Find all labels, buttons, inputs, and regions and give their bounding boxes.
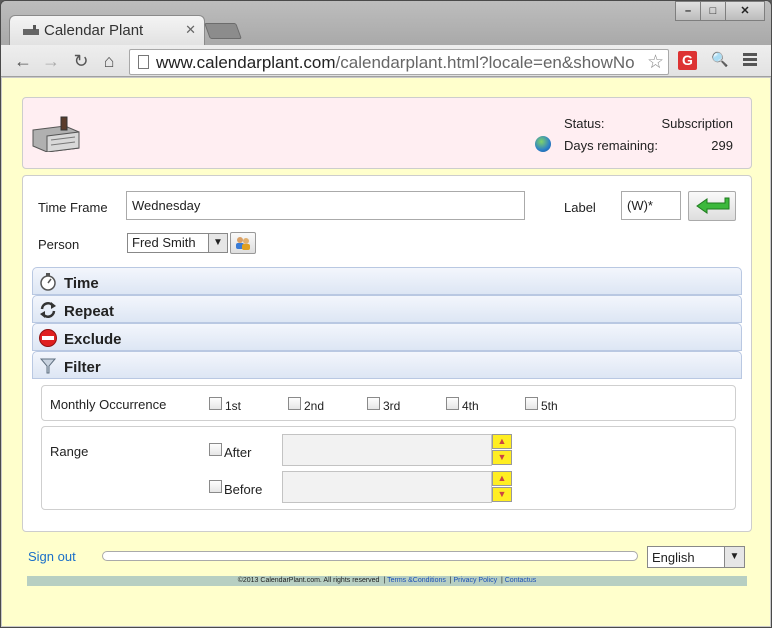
range-label: Range <box>50 444 89 459</box>
section-exclude[interactable]: Exclude <box>32 323 742 351</box>
reload-icon[interactable]: ↻ <box>71 51 91 71</box>
section-filter-label: Filter <box>64 359 101 376</box>
occurrence-2nd-checkbox[interactable] <box>288 397 301 410</box>
spin-up-icon[interactable]: ▲ <box>492 471 512 486</box>
occurrence-1st-label: 1st <box>225 399 242 413</box>
home-icon[interactable]: ⌂ <box>99 51 119 71</box>
forward-arrow-icon[interactable]: → <box>41 51 61 71</box>
account-header: Status: Subscription Days remaining: 299 <box>22 97 752 169</box>
time-frame-label: Time Frame <box>38 200 108 215</box>
manage-people-button[interactable] <box>230 232 256 254</box>
spin-down-icon[interactable]: ▼ <box>492 487 512 502</box>
window-controls: – □ ✕ <box>675 1 765 21</box>
people-icon <box>236 237 250 250</box>
days-remaining-value: 299 <box>711 138 733 153</box>
extension-search-icon[interactable]: 🔍 <box>711 51 728 68</box>
chevron-down-icon: ▼ <box>208 234 227 252</box>
contact-link[interactable]: Contactus <box>505 577 537 584</box>
before-checkbox[interactable] <box>209 480 222 493</box>
spin-down-icon[interactable]: ▼ <box>492 450 512 465</box>
back-arrow-icon[interactable]: ← <box>13 51 33 71</box>
label-label: Label <box>564 200 596 215</box>
browser-menu-icon[interactable] <box>743 53 757 68</box>
close-window-button[interactable]: ✕ <box>725 1 765 21</box>
before-date-input[interactable] <box>282 471 492 503</box>
section-repeat[interactable]: Repeat <box>32 295 742 323</box>
terms-link[interactable]: Terms &Conditions <box>387 577 446 584</box>
section-time[interactable]: Time <box>32 267 742 295</box>
browser-tab[interactable]: Calendar Plant ✕ <box>9 15 205 45</box>
language-select[interactable]: English ▼ <box>647 546 745 568</box>
status-label: Status: <box>564 116 605 131</box>
monthly-occurrence-label: Monthly Occurrence <box>50 397 167 412</box>
section-filter[interactable]: Filter <box>32 351 742 379</box>
green-arrow-icon <box>696 197 730 214</box>
before-spinner[interactable]: ▲ ▼ <box>492 471 512 503</box>
person-label: Person <box>38 237 80 252</box>
person-select[interactable]: Fred Smith ▼ <box>127 233 228 253</box>
occurrence-4th-label: 4th <box>462 399 479 413</box>
section-exclude-label: Exclude <box>64 331 122 348</box>
chevron-down-icon: ▼ <box>724 547 744 567</box>
browser-toolbar: ← → ↻ ⌂ www.calendarplant.com/calendarpl… <box>1 45 771 77</box>
days-remaining-label: Days remaining: <box>564 138 658 153</box>
browser-window: Calendar Plant ✕ – □ ✕ ← → ↻ ⌂ www.calen… <box>0 0 772 628</box>
factory-favicon-icon <box>23 25 39 35</box>
time-frame-input[interactable]: Wednesday <box>126 191 525 220</box>
new-tab-button[interactable] <box>204 23 242 39</box>
repeat-icon <box>40 302 56 318</box>
apply-label-button[interactable] <box>688 191 736 221</box>
footer-bar: ©2013 CalendarPlant.com. All rights rese… <box>27 576 747 586</box>
after-label: After <box>224 445 252 460</box>
occurrence-5th-label: 5th <box>541 399 558 413</box>
occurrence-5th-checkbox[interactable] <box>525 397 538 410</box>
after-checkbox[interactable] <box>209 443 222 456</box>
tab-close-icon[interactable]: ✕ <box>185 22 196 38</box>
range-group: Range After ▲ ▼ Before ▲ ▼ <box>41 426 736 510</box>
occurrence-2nd-label: 2nd <box>304 399 325 413</box>
progress-bar <box>102 551 638 561</box>
before-label: Before <box>224 482 263 497</box>
privacy-link[interactable]: Privacy Policy <box>454 577 498 584</box>
occurrence-1st-checkbox[interactable] <box>209 397 222 410</box>
page-content: Status: Subscription Days remaining: 299… <box>2 78 770 626</box>
section-repeat-label: Repeat <box>64 303 115 320</box>
no-entry-icon <box>39 329 57 347</box>
funnel-icon <box>39 358 57 374</box>
after-date-input[interactable] <box>282 434 492 466</box>
after-spinner[interactable]: ▲ ▼ <box>492 434 512 466</box>
person-select-value: Fred Smith <box>132 235 196 250</box>
occurrence-4th-checkbox[interactable] <box>446 397 459 410</box>
sign-out-link[interactable]: Sign out <box>28 549 76 564</box>
occurrence-3rd-checkbox[interactable] <box>367 397 380 410</box>
maximize-button[interactable]: □ <box>700 1 726 21</box>
factory-logo-icon <box>32 116 80 152</box>
language-select-value: English <box>652 550 695 565</box>
status-value: Subscription <box>661 116 733 131</box>
spin-up-icon[interactable]: ▲ <box>492 434 512 449</box>
monthly-occurrence-group: Monthly Occurrence 1st 2nd 3rd 4th 5th <box>41 385 736 421</box>
occurrence-3rd-label: 3rd <box>383 399 401 413</box>
globe-icon[interactable] <box>535 136 551 152</box>
stopwatch-icon <box>40 273 56 291</box>
calendar-form: Time Frame Wednesday Label (W)* Person F… <box>22 175 752 532</box>
label-input[interactable]: (W)* <box>621 191 681 220</box>
section-time-label: Time <box>64 275 99 292</box>
tab-title: Calendar Plant <box>44 22 144 39</box>
extension-g-icon[interactable]: G <box>678 51 697 70</box>
page-icon <box>138 55 149 69</box>
title-bar: Calendar Plant ✕ – □ ✕ <box>1 1 771 45</box>
minimize-button[interactable]: – <box>675 1 701 21</box>
address-bar[interactable]: www.calendarplant.com/calendarplant.html… <box>129 49 669 75</box>
url-text: www.calendarplant.com/calendarplant.html… <box>156 53 635 72</box>
copyright-text: ©2013 CalendarPlant.com. All rights rese… <box>237 577 380 584</box>
bookmark-star-icon[interactable]: ☆ <box>647 51 664 74</box>
